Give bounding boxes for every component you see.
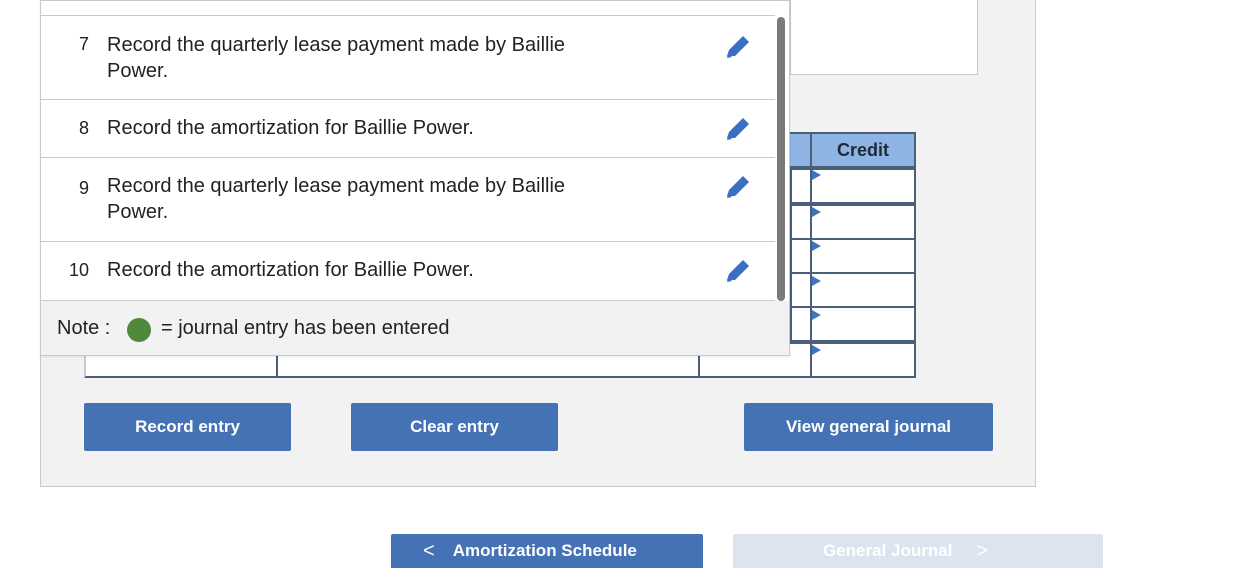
entry-number: 10 <box>68 260 89 280</box>
entry-description: Record the quarterly lease payment made … <box>107 175 566 223</box>
chevron-right-icon: > <box>976 539 989 562</box>
entry-number: 7 <box>78 34 89 54</box>
next-button-label: General Journal <box>823 541 953 560</box>
debit-cell[interactable] <box>790 168 812 204</box>
prev-amortization-schedule-button[interactable]: < Amortization Schedule <box>391 534 703 568</box>
chevron-left-icon: < <box>423 539 435 562</box>
record-entry-button[interactable]: Record entry <box>84 403 291 451</box>
debit-cell[interactable] <box>790 306 812 342</box>
debit-cell[interactable] <box>790 204 812 240</box>
entry-description: Record the amortization for Baillie Powe… <box>107 117 474 139</box>
list-item[interactable]: 7 Record the quarterly lease payment mad… <box>41 15 775 100</box>
credit-cell[interactable] <box>810 306 916 342</box>
note-label: Note : <box>57 317 111 339</box>
list-item[interactable]: 9 Record the quarterly lease payment mad… <box>41 158 775 242</box>
transaction-list-popup: 7 Record the quarterly lease payment mad… <box>40 0 790 356</box>
note-text: = journal entry has been entered <box>161 317 450 339</box>
info-box <box>790 0 978 75</box>
list-item[interactable]: 8 Record the amortization for Baillie Po… <box>41 100 775 158</box>
row-indicator <box>812 310 821 320</box>
prev-button-label: Amortization Schedule <box>452 541 637 560</box>
row-indicator <box>812 241 821 251</box>
row-indicator <box>812 276 821 286</box>
view-general-journal-button[interactable]: View general journal <box>744 403 993 451</box>
scrollbar-thumb[interactable] <box>777 17 785 301</box>
clear-entry-button[interactable]: Clear entry <box>351 403 558 451</box>
credit-cell[interactable] <box>810 342 916 378</box>
credit-cell[interactable] <box>810 238 916 274</box>
credit-header: Credit <box>810 132 916 168</box>
pencil-icon[interactable] <box>723 172 753 202</box>
row-indicator <box>812 345 821 355</box>
debit-cell[interactable] <box>790 272 812 308</box>
entry-number: 8 <box>78 118 89 138</box>
pencil-icon[interactable] <box>723 114 753 144</box>
pencil-icon[interactable] <box>723 256 753 286</box>
legend-note: Note : = journal entry has been entered <box>41 301 789 355</box>
debit-header <box>790 132 810 168</box>
debit-cell[interactable] <box>790 238 812 274</box>
entry-description: Record the quarterly lease payment made … <box>107 34 566 82</box>
credit-cell[interactable] <box>810 168 916 204</box>
row-indicator <box>812 207 821 217</box>
row-indicator <box>812 170 821 180</box>
entry-description: Record the amortization for Baillie Powe… <box>107 259 474 281</box>
list-item[interactable]: 10 Record the amortization for Baillie P… <box>41 242 775 301</box>
entered-status-dot-icon <box>127 318 151 342</box>
credit-cell[interactable] <box>810 272 916 308</box>
entry-number: 9 <box>78 178 89 198</box>
pencil-icon[interactable] <box>723 32 753 62</box>
credit-cell[interactable] <box>810 204 916 240</box>
next-general-journal-button[interactable]: General Journal > <box>733 534 1103 568</box>
